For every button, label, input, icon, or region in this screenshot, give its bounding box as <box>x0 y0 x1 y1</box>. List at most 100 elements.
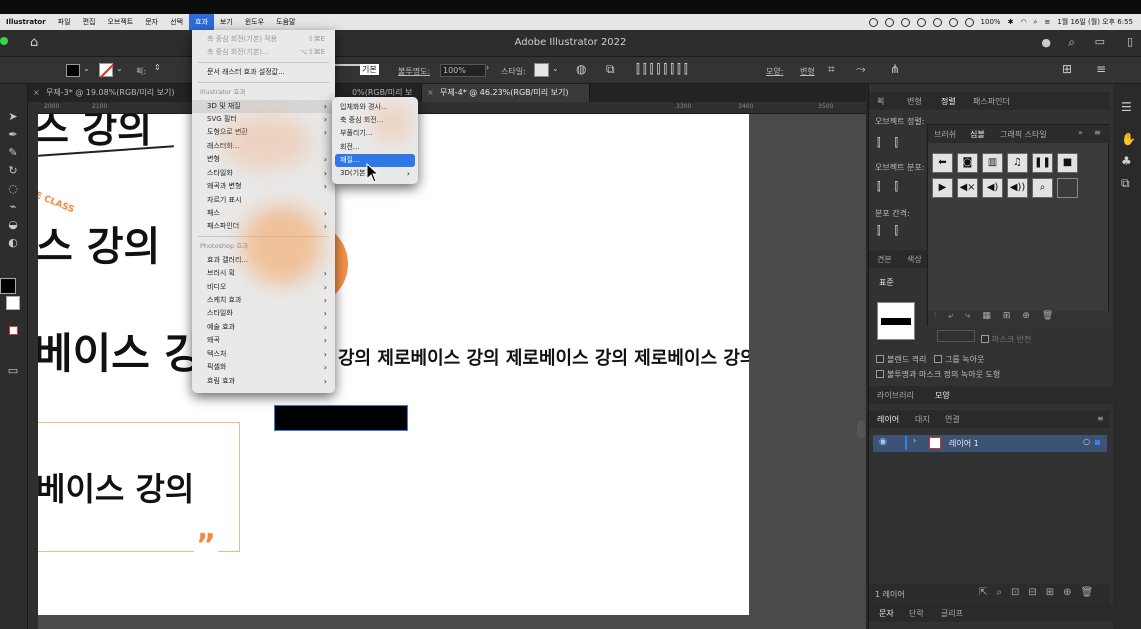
menu-item-path[interactable]: 패스 › <box>192 207 335 220</box>
rotate-tool-icon[interactable]: ↻ <box>5 164 21 178</box>
align-buttons[interactable]: ⫿⫿⫿⫿⫿⫿⫿⫿ <box>636 62 691 77</box>
menu-item-3d[interactable]: 3D 및 재질 › <box>192 100 335 113</box>
menu-item-distort[interactable]: 왜곡 › <box>192 334 335 347</box>
art-class-text[interactable]: E CLASS <box>38 191 76 216</box>
brush-value[interactable]: 기본 <box>360 64 379 75</box>
user-icon[interactable]: ● <box>1041 36 1051 49</box>
recolor-icon[interactable]: ◍ <box>576 62 586 76</box>
shape-builder-tool-icon[interactable]: ◒ <box>5 218 21 232</box>
distribute-icons[interactable]: ⫿⫿ <box>877 180 912 194</box>
layers-footer-icons[interactable]: ⇱⌕⊡⊟⊞⊕🗑 <box>979 587 1102 598</box>
club-icon[interactable]: ♣ <box>1121 154 1132 168</box>
mask-thumb[interactable] <box>937 330 975 342</box>
menu-item-blur[interactable]: 흐림 효과 › <box>192 375 335 388</box>
opacity-mask-checkbox[interactable] <box>876 370 884 378</box>
play-icon[interactable]: ▶ <box>932 178 953 198</box>
menu-item-svg[interactable]: SVG 필터 › <box>192 113 335 126</box>
fill-color-box[interactable] <box>0 278 16 294</box>
tab-graphic-styles[interactable]: 그래픽 스타일 <box>1000 129 1047 140</box>
menu-item-sketch[interactable]: 스케치 효과 › <box>192 294 335 307</box>
layers-menu-icon[interactable]: ≡ <box>1097 414 1104 423</box>
selected-black-rect[interactable] <box>274 405 408 431</box>
panel-menu-icon[interactable]: ≡ <box>1094 128 1101 137</box>
art-text-4[interactable]: 베이스 강의 <box>38 464 194 510</box>
search-icon[interactable]: ⌕ <box>1032 178 1053 198</box>
menu-item-texture[interactable]: 텍스처 › <box>192 348 335 361</box>
blend-tool-icon[interactable]: ◐ <box>5 236 21 250</box>
menu-item-artistic[interactable]: 예술 효과 › <box>192 321 335 334</box>
menu-item-brush-strokes[interactable]: 브러시 획 › <box>192 267 335 280</box>
workspace-icon[interactable]: ▭ <box>1095 35 1105 48</box>
menu-help[interactable]: 도움말 <box>270 17 301 27</box>
layer-row[interactable]: ◉ › 레이어 1 ○ <box>873 435 1107 452</box>
opacity-chevron-icon[interactable]: › <box>486 63 489 72</box>
selection-tool-icon[interactable]: ➤ <box>5 110 21 124</box>
expand-icon[interactable]: › <box>913 436 916 445</box>
menu-item-inflate[interactable]: 부풀리기... <box>332 127 418 140</box>
align-icons[interactable]: ⫿⫿ <box>877 136 912 150</box>
symbols-footer-icons[interactable]: ⫶⤶⤷▦⊞⊕🗑 <box>928 311 1110 327</box>
menu-item-stylize-ps[interactable]: 스타일화 › <box>192 307 335 320</box>
tab-doc-1[interactable]: × 무제-3* @ 19.08%(RGB/미리 보기) <box>28 84 194 102</box>
menu-item-warp[interactable]: 왜곡과 변형 › <box>192 180 335 193</box>
brush-tool-icon[interactable]: ✎ <box>5 146 21 160</box>
layer-name[interactable]: 레이어 1 <box>949 438 979 449</box>
none-swatch[interactable] <box>9 326 18 335</box>
align-to-icon[interactable]: ⧉ <box>606 62 615 77</box>
tray-icon-2[interactable] <box>884 17 894 27</box>
tab-paragraph[interactable]: 단락 <box>909 608 924 619</box>
menu-window[interactable]: 윈도우 <box>239 17 270 27</box>
warp-icon[interactable]: ⤳ <box>856 62 866 77</box>
menu-select[interactable]: 선택 <box>164 17 189 27</box>
lasso-tool-icon[interactable]: ◌ <box>5 182 21 196</box>
shape-label[interactable]: 모양: <box>766 66 783 77</box>
clock-text[interactable]: 1월 16일 (월) 오후 6:55 <box>1057 17 1133 27</box>
opacity-label[interactable]: 불투명도: <box>398 66 430 77</box>
art-quote-mark[interactable]: ” <box>194 528 218 563</box>
selection-indicator[interactable] <box>1095 440 1100 445</box>
canvas-scrollbar[interactable] <box>857 420 865 438</box>
art-text-repeat[interactable]: 강의 제로베이스 강의 제로베이스 강의 제로베이스 강의 <box>338 344 749 370</box>
tray-icon-4[interactable] <box>916 17 926 27</box>
menu-item-raster-settings[interactable]: 문서 래스터 효과 설정값... <box>192 66 335 79</box>
eye-icon[interactable]: ◉ <box>879 437 887 447</box>
search-icon[interactable]: ⌕ <box>1068 35 1075 50</box>
close-icon[interactable]: × <box>427 84 434 102</box>
wifi-icon[interactable]: ◠ <box>1020 18 1026 26</box>
tab-symbols[interactable]: 심볼 <box>970 129 985 140</box>
menu-object[interactable]: 오브젝트 <box>101 17 139 27</box>
close-icon[interactable]: × <box>33 84 40 102</box>
layers-stack-icon[interactable]: ⧉ <box>1121 176 1130 191</box>
menu-item-distort-transform[interactable]: 변형 › <box>192 153 335 166</box>
menu-app[interactable]: Illustrator <box>0 18 52 26</box>
search-icon[interactable]: ⌕ <box>1034 18 1038 27</box>
tab-color[interactable]: 색상 <box>907 254 922 265</box>
pen-tool-icon[interactable]: ✒ <box>5 128 21 142</box>
tab-layers[interactable]: 레이어 <box>877 414 899 425</box>
tab-swatches[interactable]: 견본 <box>877 254 892 265</box>
menu-edit[interactable]: 편집 <box>77 17 102 27</box>
tab-transform[interactable]: 변형 <box>907 96 922 107</box>
tab-brushes[interactable]: 브러쉬 <box>934 129 956 140</box>
canvas[interactable]: 스 강의 E CLASS 스 강의 베이스 강의 강의 제로베이스 강의 제로베… <box>38 114 866 629</box>
tab-doc-3[interactable]: × 무제-4* @ 46.23%(RGB/미리 보기) <box>422 84 590 102</box>
stroke-color-box[interactable] <box>6 296 20 310</box>
tab-libraries[interactable]: 라이브러리 <box>877 390 914 401</box>
menu-view[interactable]: 보기 <box>214 17 239 27</box>
tray-icon-3[interactable] <box>900 17 910 27</box>
isolate-icon[interactable]: ⌗ <box>828 62 835 77</box>
fill-dropdown-icon[interactable]: ⌄ <box>83 64 90 73</box>
spacing-icons[interactable]: ⫿⫿ <box>877 224 912 238</box>
opacity-input[interactable]: 100% <box>440 64 486 77</box>
group-knockout-checkbox[interactable] <box>934 355 942 363</box>
target-icon[interactable]: ○ <box>1083 437 1090 446</box>
tab-artboards[interactable]: 대지 <box>915 414 930 425</box>
menu-icon[interactable]: ≡ <box>1096 62 1106 76</box>
stroke-profile-preview[interactable] <box>877 302 915 340</box>
tab-links[interactable]: 연결 <box>945 414 960 425</box>
stroke-stepper[interactable]: ⇕ <box>154 63 161 72</box>
arrange-icon[interactable]: ⊞ <box>1062 62 1072 76</box>
tray-icon-7[interactable] <box>964 17 974 27</box>
stroke-swatch[interactable] <box>99 63 115 79</box>
film-icon[interactable]: ▥ <box>982 153 1003 173</box>
